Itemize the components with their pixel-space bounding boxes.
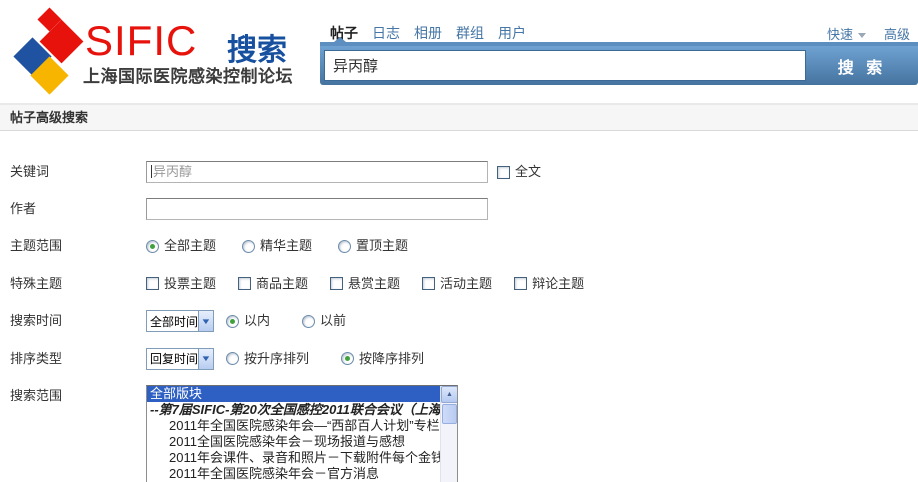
forum-list-item[interactable]: 2011年会课件、录音和照片－下载附件每个金钱2分 bbox=[147, 450, 440, 466]
chevron-down-icon bbox=[858, 33, 866, 38]
text-caret bbox=[151, 165, 152, 178]
fulltext-label: 全文 bbox=[515, 161, 541, 183]
sort-type-option-label: 按降序排列 bbox=[359, 348, 424, 370]
search-scope-row: 搜索范围 全部版块--第7届SIFIC-第20次全国感控2011联合会议（上海2… bbox=[10, 385, 918, 482]
checkbox-icon[interactable] bbox=[497, 166, 510, 179]
author-input[interactable] bbox=[146, 198, 488, 220]
tab-群组[interactable]: 群组 bbox=[456, 23, 484, 43]
checkbox-icon[interactable] bbox=[514, 277, 527, 290]
sort-type-option-label: 按升序排列 bbox=[244, 348, 309, 370]
search-time-option[interactable]: 以前 bbox=[302, 310, 346, 332]
tab-用户[interactable]: 用户 bbox=[498, 23, 526, 43]
scrollbar[interactable]: ▲ bbox=[440, 386, 457, 482]
author-label: 作者 bbox=[10, 198, 146, 220]
search-type-tabs: 帖子日志相册群组用户 bbox=[330, 23, 526, 43]
select-dropdown-icon[interactable]: ▼ bbox=[198, 311, 213, 331]
radio-icon[interactable] bbox=[338, 240, 351, 253]
author-row: 作者 bbox=[10, 198, 918, 220]
special-topic-option-label: 投票主题 bbox=[164, 273, 216, 295]
topic-scope-option[interactable]: 精华主题 bbox=[242, 235, 312, 257]
checkbox-icon[interactable] bbox=[146, 277, 159, 290]
checkbox-icon[interactable] bbox=[330, 277, 343, 290]
special-topics-row: 特殊主题 投票主题 商品主题 悬赏主题 活动主题 辩论主题 bbox=[10, 273, 918, 296]
sort-type-select[interactable]: 回复时间 ▼ bbox=[146, 348, 214, 370]
search-page: SIFIC 搜索 上海国际医院感染控制论坛 帖子日志相册群组用户 快速 高级 搜… bbox=[0, 0, 918, 482]
special-topic-option-label: 活动主题 bbox=[440, 273, 492, 295]
forum-scope-listbox[interactable]: 全部版块--第7届SIFIC-第20次全国感控2011联合会议（上海2011年全… bbox=[146, 385, 458, 482]
special-topics-label: 特殊主题 bbox=[10, 273, 146, 295]
active-tab-pointer-icon bbox=[334, 37, 346, 42]
brand-subtitle: 上海国际医院感染控制论坛 bbox=[83, 62, 293, 87]
special-topics-options: 投票主题 商品主题 悬赏主题 活动主题 辩论主题 bbox=[146, 273, 606, 296]
scroll-up-icon[interactable]: ▲ bbox=[441, 386, 458, 403]
main-search-input[interactable] bbox=[324, 50, 806, 81]
radio-icon[interactable] bbox=[341, 352, 354, 365]
topic-scope-option[interactable]: 置顶主题 bbox=[338, 235, 408, 257]
quick-search-link[interactable]: 快速 bbox=[827, 24, 866, 43]
special-topic-option[interactable]: 悬赏主题 bbox=[330, 273, 400, 295]
topic-scope-label: 主题范围 bbox=[10, 235, 146, 257]
main-search-bar: 搜 索 bbox=[320, 46, 918, 85]
topic-scope-options: 全部主题 精华主题 置顶主题 bbox=[146, 235, 434, 258]
radio-icon[interactable] bbox=[146, 240, 159, 253]
tab-日志[interactable]: 日志 bbox=[372, 23, 400, 43]
search-time-option-label: 以内 bbox=[244, 310, 270, 332]
sort-type-option[interactable]: 按降序排列 bbox=[341, 348, 424, 370]
search-time-row: 搜索时间 全部时间 ▼ 以内 以前 bbox=[10, 310, 918, 333]
brand-name: SIFIC bbox=[85, 17, 197, 65]
topic-scope-option[interactable]: 全部主题 bbox=[146, 235, 216, 257]
topic-scope-row: 主题范围 全部主题 精华主题 置顶主题 bbox=[10, 235, 918, 258]
sort-type-select-value: 回复时间 bbox=[147, 350, 198, 367]
topic-scope-option-label: 置顶主题 bbox=[356, 235, 408, 257]
header-links: 快速 高级 bbox=[827, 24, 910, 43]
keyword-row: 关键词 异丙醇 全文 bbox=[10, 161, 918, 183]
forum-list-item[interactable]: 2011全国医院感染年会－现场报道与感想 bbox=[147, 434, 440, 450]
sort-type-row: 排序类型 回复时间 ▼ 按升序排列 按降序排列 bbox=[10, 348, 918, 371]
search-time-option[interactable]: 以内 bbox=[226, 310, 270, 332]
sific-logo-icon bbox=[6, 5, 88, 97]
special-topic-option[interactable]: 商品主题 bbox=[238, 273, 308, 295]
scrollbar-thumb[interactable] bbox=[442, 404, 457, 424]
special-topic-option-label: 商品主题 bbox=[256, 273, 308, 295]
radio-icon[interactable] bbox=[226, 352, 239, 365]
tab-相册[interactable]: 相册 bbox=[414, 23, 442, 43]
search-button[interactable]: 搜 索 bbox=[806, 46, 918, 85]
keyword-input[interactable]: 异丙醇 bbox=[146, 161, 488, 183]
keyword-label: 关键词 bbox=[10, 161, 146, 183]
special-topic-option[interactable]: 辩论主题 bbox=[514, 273, 584, 295]
topic-scope-option-label: 精华主题 bbox=[260, 235, 312, 257]
advanced-search-link[interactable]: 高级 bbox=[884, 24, 910, 43]
topic-scope-option-label: 全部主题 bbox=[164, 235, 216, 257]
search-time-option-label: 以前 bbox=[320, 310, 346, 332]
forum-list-item[interactable]: --第7届SIFIC-第20次全国感控2011联合会议（上海 bbox=[147, 402, 440, 418]
fulltext-option[interactable]: 全文 bbox=[497, 161, 541, 183]
forum-list-item[interactable]: 2011年全国医院感染年会—“西部百人计划”专栏 bbox=[147, 418, 440, 434]
sort-type-label: 排序类型 bbox=[10, 348, 146, 370]
select-dropdown-icon[interactable]: ▼ bbox=[198, 349, 213, 369]
radio-icon[interactable] bbox=[302, 315, 315, 328]
special-topic-option-label: 悬赏主题 bbox=[348, 273, 400, 295]
forum-list-item[interactable]: 全部版块 bbox=[147, 386, 440, 402]
forum-list: 全部版块--第7届SIFIC-第20次全国感控2011联合会议（上海2011年全… bbox=[147, 386, 440, 482]
search-time-label: 搜索时间 bbox=[10, 310, 146, 332]
special-topic-option[interactable]: 投票主题 bbox=[146, 273, 216, 295]
search-time-options: 以内 以前 bbox=[226, 310, 378, 333]
radio-icon[interactable] bbox=[226, 315, 239, 328]
forum-list-item[interactable]: 2011年全国医院感染年会－官方消息 bbox=[147, 466, 440, 482]
search-time-select[interactable]: 全部时间 ▼ bbox=[146, 310, 214, 332]
sort-type-options: 按升序排列 按降序排列 bbox=[226, 348, 456, 371]
radio-icon[interactable] bbox=[242, 240, 255, 253]
header: SIFIC 搜索 上海国际医院感染控制论坛 帖子日志相册群组用户 快速 高级 搜… bbox=[0, 0, 918, 103]
special-topic-option-label: 辩论主题 bbox=[532, 273, 584, 295]
advanced-search-form: 关键词 异丙醇 全文 作者 主题范围 全部主题 精华主题 置顶主题 特殊主题 投票主… bbox=[0, 131, 918, 482]
special-topic-option[interactable]: 活动主题 bbox=[422, 273, 492, 295]
sort-type-option[interactable]: 按升序排列 bbox=[226, 348, 309, 370]
search-scope-label: 搜索范围 bbox=[10, 385, 146, 407]
checkbox-icon[interactable] bbox=[238, 277, 251, 290]
search-time-select-value: 全部时间 bbox=[147, 313, 198, 330]
section-title: 帖子高级搜索 bbox=[0, 103, 918, 131]
checkbox-icon[interactable] bbox=[422, 277, 435, 290]
